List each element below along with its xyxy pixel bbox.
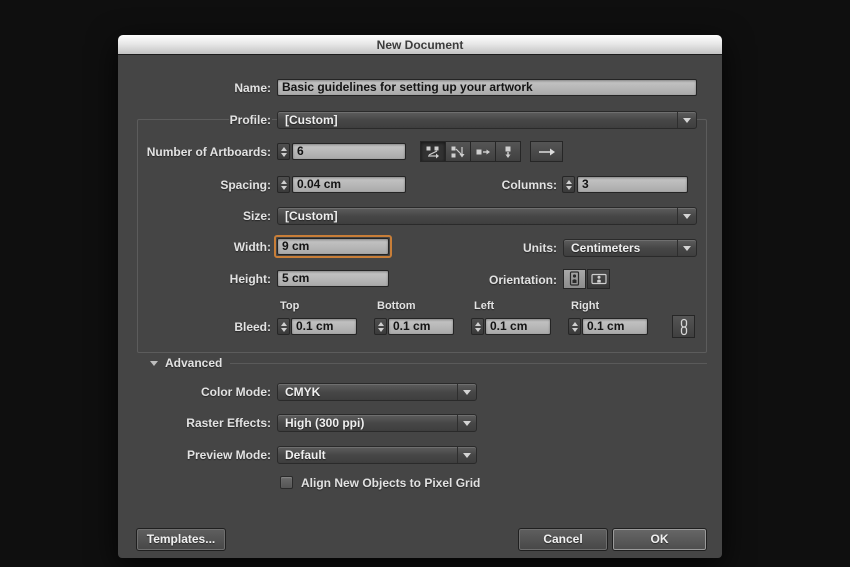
units-dropdown[interactable]: Centimeters (563, 239, 697, 257)
preview-mode-label: Preview Mode: (186, 447, 272, 464)
bleed-top-input[interactable]: 0.1 cm (291, 318, 357, 335)
bleed-bottom-label: Bottom (377, 300, 416, 313)
bleed-left-stepper[interactable] (471, 318, 484, 335)
bleed-bottom-stepper[interactable] (374, 318, 387, 335)
size-label: Size: (242, 208, 272, 225)
spacing-stepper[interactable] (277, 176, 290, 193)
name-input[interactable]: Basic guidelines for setting up your art… (277, 79, 697, 96)
align-pixel-grid-label[interactable]: Align New Objects to Pixel Grid (300, 475, 481, 492)
chevron-down-icon (457, 384, 476, 400)
columns-label: Columns: (501, 177, 558, 194)
units-value: Centimeters (564, 241, 677, 255)
grid-by-row-icon[interactable] (420, 141, 446, 162)
artboards-input[interactable]: 6 (292, 143, 406, 160)
artboards-label: Number of Artboards: (146, 144, 272, 161)
color-mode-value: CMYK (278, 385, 457, 399)
width-label: Width: (233, 239, 272, 256)
preview-mode-dropdown[interactable]: Default (277, 446, 477, 464)
chevron-down-icon (677, 240, 696, 256)
chevron-down-icon (457, 415, 476, 431)
orientation-label: Orientation: (488, 272, 558, 289)
orientation-portrait-icon[interactable] (563, 269, 586, 289)
ok-button[interactable]: OK (612, 528, 707, 551)
chevron-down-icon (677, 112, 696, 128)
chevron-down-icon (677, 208, 696, 224)
height-label: Height: (229, 271, 272, 288)
grid-by-column-icon[interactable] (445, 141, 471, 162)
bleed-left-input[interactable]: 0.1 cm (485, 318, 551, 335)
raster-effects-dropdown[interactable]: High (300 ppi) (277, 414, 477, 432)
profile-label: Profile: (229, 112, 272, 129)
color-mode-dropdown[interactable]: CMYK (277, 383, 477, 401)
size-dropdown[interactable]: [Custom] (277, 207, 697, 225)
size-value: [Custom] (278, 209, 677, 223)
width-input[interactable]: 9 cm (277, 238, 389, 255)
raster-effects-label: Raster Effects: (185, 415, 272, 432)
bleed-right-stepper[interactable] (568, 318, 581, 335)
arrange-by-column-icon[interactable] (495, 141, 521, 162)
cancel-button[interactable]: Cancel (518, 528, 608, 551)
spacing-label: Spacing: (219, 177, 272, 194)
columns-stepper[interactable] (562, 176, 575, 193)
units-label: Units: (522, 240, 558, 257)
orientation-landscape-icon[interactable] (587, 269, 610, 289)
advanced-disclosure-icon[interactable] (150, 361, 158, 366)
chevron-down-icon (457, 447, 476, 463)
color-mode-label: Color Mode: (200, 384, 272, 401)
align-pixel-grid-checkbox[interactable] (280, 476, 293, 489)
dialog-title: New Document (377, 38, 464, 52)
advanced-divider (230, 363, 707, 364)
change-to-right-to-left-layout-icon[interactable] (530, 141, 563, 162)
bleed-top-label: Top (280, 300, 299, 313)
profile-value: [Custom] (278, 113, 677, 127)
preview-mode-value: Default (278, 448, 457, 462)
spacing-input[interactable]: 0.04 cm (292, 176, 406, 193)
link-bleed-values-icon[interactable] (672, 315, 695, 338)
artboards-stepper[interactable] (277, 143, 290, 160)
columns-input[interactable]: 3 (577, 176, 688, 193)
new-document-dialog: New Document Name: Basic guidelines for … (118, 35, 722, 558)
bleed-bottom-input[interactable]: 0.1 cm (388, 318, 454, 335)
bleed-top-stepper[interactable] (277, 318, 290, 335)
bleed-right-input[interactable]: 0.1 cm (582, 318, 648, 335)
profile-dropdown[interactable]: [Custom] (277, 111, 697, 129)
bleed-right-label: Right (571, 300, 599, 313)
bleed-label: Bleed: (233, 319, 272, 336)
bleed-left-label: Left (474, 300, 494, 313)
dialog-titlebar[interactable]: New Document (118, 35, 722, 55)
raster-effects-value: High (300 ppi) (278, 416, 457, 430)
templates-button[interactable]: Templates... (136, 528, 226, 551)
advanced-label[interactable]: Advanced (164, 355, 223, 372)
name-label: Name: (233, 80, 272, 97)
height-input[interactable]: 5 cm (277, 270, 389, 287)
arrange-by-row-icon[interactable] (470, 141, 496, 162)
desktop-background: New Document Name: Basic guidelines for … (0, 0, 850, 567)
